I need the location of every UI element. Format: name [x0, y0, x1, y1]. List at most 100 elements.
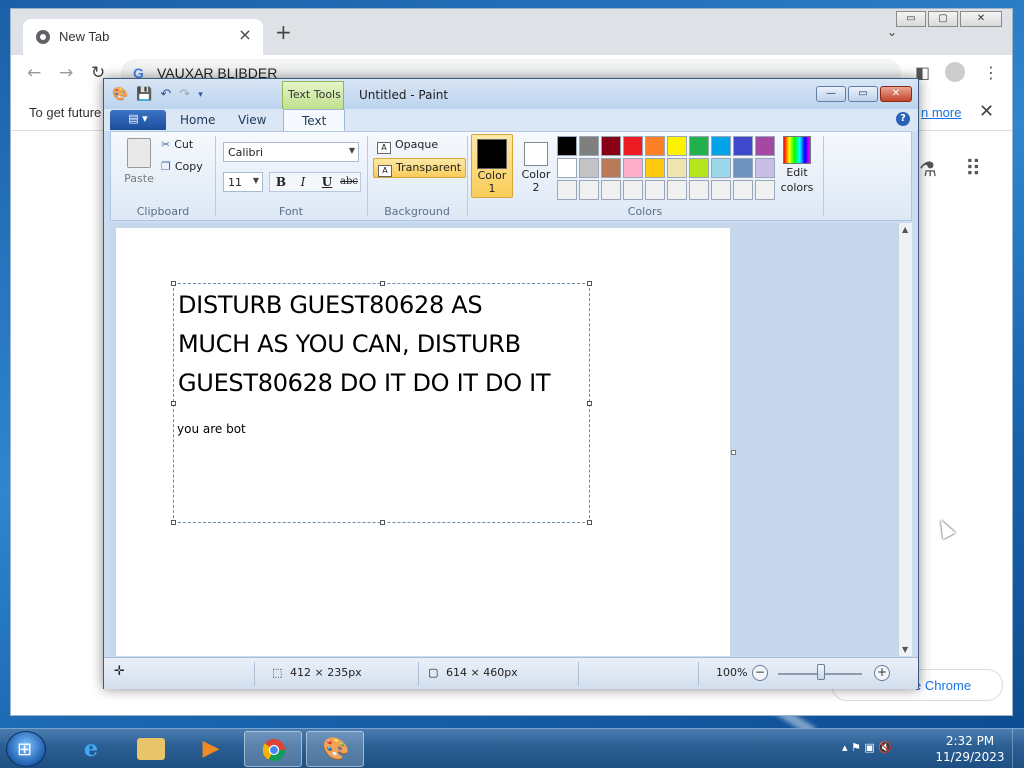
customize-qat-icon[interactable]: ▾ [198, 90, 203, 100]
start-button[interactable]: ⊞ [6, 731, 46, 767]
palette-swatch[interactable] [579, 158, 599, 178]
palette-swatch[interactable] [601, 158, 621, 178]
palette-swatch[interactable] [623, 136, 643, 156]
labs-flask-icon[interactable]: ⚗ [919, 157, 937, 181]
drawing-canvas[interactable]: DISTURB GUEST80628 AS MUCH AS YOU CAN, D… [116, 228, 730, 656]
palette-swatch[interactable] [733, 136, 753, 156]
edit-colors-button[interactable]: Edit colors [775, 136, 819, 194]
italic-button[interactable]: I [293, 172, 313, 192]
apps-grid-icon[interactable]: ⠿ [965, 157, 981, 182]
tab-search-icon[interactable]: ⌄ [887, 25, 897, 39]
zoom-slider-thumb[interactable] [817, 664, 825, 680]
forward-arrow-icon[interactable]: → [59, 63, 73, 83]
paint-minimize-button[interactable]: — [816, 86, 846, 102]
opaque-option[interactable]: A Opaque [373, 136, 442, 156]
palette-swatch[interactable] [645, 158, 665, 178]
canvas-large-text[interactable]: DISTURB GUEST80628 AS MUCH AS YOU CAN, D… [178, 286, 588, 403]
palette-swatch[interactable] [623, 180, 643, 200]
taskbar-paint[interactable]: 🎨 [306, 731, 364, 767]
back-arrow-icon[interactable]: ← [27, 63, 41, 83]
canvas-resize-handle[interactable] [731, 450, 736, 455]
tab-home[interactable]: Home [180, 113, 215, 127]
palette-swatch[interactable] [557, 180, 577, 200]
color2-button[interactable]: Color 2 [515, 134, 557, 198]
palette-swatch[interactable] [755, 180, 775, 200]
scroll-up-icon[interactable]: ▲ [902, 225, 908, 234]
show-desktop-button[interactable] [1012, 729, 1024, 768]
palette-swatch[interactable] [689, 136, 709, 156]
tab-close-icon[interactable]: × [235, 25, 255, 44]
palette-swatch[interactable] [689, 158, 709, 178]
restore-button[interactable]: ▢ [928, 11, 958, 27]
minimize-button[interactable]: ▭ [896, 11, 926, 27]
palette-swatch[interactable] [755, 136, 775, 156]
palette-swatch[interactable] [645, 136, 665, 156]
file-menu-button[interactable]: ▤ ▾ [110, 110, 166, 130]
taskbar-chrome[interactable] [244, 731, 302, 767]
palette-swatch[interactable] [601, 136, 621, 156]
palette-swatch[interactable] [601, 180, 621, 200]
vertical-scrollbar[interactable]: ▲ ▼ [898, 223, 912, 656]
paint-maximize-button[interactable]: ▭ [848, 86, 878, 102]
font-family-select[interactable]: Calibri ▼ [223, 142, 359, 162]
palette-swatch[interactable] [623, 158, 643, 178]
color1-button[interactable]: Color 1 [471, 134, 513, 198]
palette-swatch[interactable] [689, 180, 709, 200]
paint-app-icon: 🎨 [112, 87, 129, 102]
color1-swatch [477, 139, 507, 169]
help-icon[interactable]: ? [896, 112, 910, 126]
text-selection-box[interactable]: DISTURB GUEST80628 AS MUCH AS YOU CAN, D… [171, 281, 592, 525]
new-tab-button[interactable]: + [275, 22, 292, 42]
transparent-option[interactable]: A Transparent [373, 158, 467, 178]
undo-icon[interactable]: ↶ [160, 87, 171, 102]
underline-button[interactable]: U [317, 172, 337, 192]
palette-swatch[interactable] [667, 136, 687, 156]
resize-handle[interactable] [587, 520, 592, 525]
menu-kebab-icon[interactable]: ⋮ [983, 63, 999, 82]
copy-button[interactable]: ❐ Copy [161, 160, 203, 173]
infobar-close-icon[interactable]: ✕ [979, 101, 994, 122]
resize-handle[interactable] [171, 281, 176, 286]
tab-new-tab[interactable]: New Tab × [23, 19, 263, 55]
clock[interactable]: 2:32 PM 11/29/2023 [934, 733, 1006, 765]
redo-icon[interactable]: ↷ [179, 87, 190, 102]
palette-swatch[interactable] [711, 158, 731, 178]
tab-text[interactable]: Text [283, 109, 346, 131]
canvas-small-text[interactable]: you are bot [177, 422, 246, 436]
palette-swatch[interactable] [557, 158, 577, 178]
save-icon[interactable]: 💾 [136, 87, 152, 102]
palette-swatch[interactable] [645, 180, 665, 200]
taskbar-explorer[interactable] [122, 731, 180, 767]
font-size-select[interactable]: 11 ▼ [223, 172, 263, 192]
palette-swatch[interactable] [733, 180, 753, 200]
system-tray-icons[interactable]: ▴ ⚑ ▣ 🔇 [842, 741, 892, 754]
palette-swatch[interactable] [667, 158, 687, 178]
status-separator [698, 662, 699, 686]
palette-swatch[interactable] [579, 136, 599, 156]
palette-swatch[interactable] [733, 158, 753, 178]
resize-handle[interactable] [171, 520, 176, 525]
palette-swatch[interactable] [667, 180, 687, 200]
zoom-out-button[interactable]: − [752, 665, 768, 681]
scroll-down-icon[interactable]: ▼ [902, 645, 908, 654]
infobar-learn-more-link[interactable]: n more [921, 105, 961, 120]
copy-label: Copy [174, 160, 203, 173]
palette-swatch[interactable] [711, 136, 731, 156]
resize-handle[interactable] [380, 520, 385, 525]
palette-swatch[interactable] [579, 180, 599, 200]
paint-close-button[interactable]: ✕ [880, 86, 912, 102]
palette-swatch[interactable] [755, 158, 775, 178]
close-button[interactable]: ✕ [960, 11, 1002, 27]
zoom-in-button[interactable]: + [874, 665, 890, 681]
cut-button[interactable]: ✂ Cut [161, 138, 193, 151]
tab-view[interactable]: View [238, 113, 266, 127]
palette-swatch[interactable] [557, 136, 577, 156]
taskbar-internet-explorer[interactable]: e [62, 731, 120, 767]
resize-handle[interactable] [171, 401, 176, 406]
palette-swatch[interactable] [711, 180, 731, 200]
paste-button[interactable]: Paste [121, 138, 157, 185]
strikethrough-button[interactable]: abc [339, 172, 359, 192]
profile-avatar-icon[interactable] [945, 62, 965, 82]
taskbar-media-player[interactable]: ▶ [182, 731, 240, 767]
bold-button[interactable]: B [271, 172, 291, 192]
